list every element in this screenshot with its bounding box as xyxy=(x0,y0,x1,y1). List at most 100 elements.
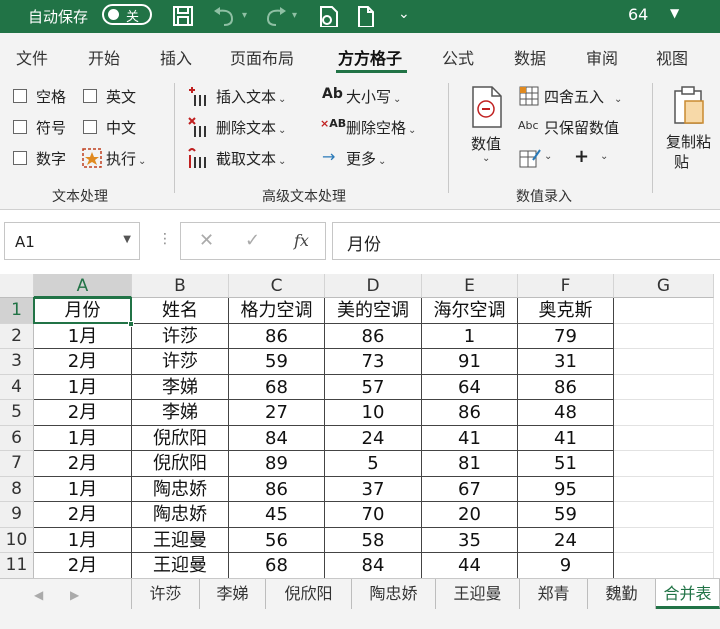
cell-B5[interactable]: 李娣 xyxy=(132,400,229,426)
next-sheet-icon[interactable]: ▶ xyxy=(70,588,79,602)
cell-D4[interactable]: 57 xyxy=(325,374,422,400)
cell-A11[interactable]: 2月 xyxy=(34,553,132,578)
cell-F3[interactable]: 31 xyxy=(518,349,614,375)
cell-G7[interactable] xyxy=(614,451,714,477)
cell-A4[interactable]: 1月 xyxy=(34,374,132,400)
cell-F6[interactable]: 41 xyxy=(518,425,614,451)
cell-E5[interactable]: 86 xyxy=(422,400,518,426)
cell-B10[interactable]: 王迎曼 xyxy=(132,527,229,553)
cell-G10[interactable] xyxy=(614,527,714,553)
cell-B4[interactable]: 李娣 xyxy=(132,374,229,400)
tab-insert[interactable]: 插入 xyxy=(160,45,192,69)
cell-B6[interactable]: 倪欣阳 xyxy=(132,425,229,451)
sheet-tab[interactable]: 倪欣阳 xyxy=(266,579,352,609)
column-header-D[interactable]: D xyxy=(325,274,422,298)
cell-C10[interactable]: 56 xyxy=(229,527,325,553)
tab-fangfang[interactable]: 方方格子 xyxy=(338,45,402,69)
cell-E10[interactable]: 35 xyxy=(422,527,518,553)
round-button[interactable]: 四舍五入 ⌄ xyxy=(544,86,622,107)
cell-D2[interactable]: 86 xyxy=(325,323,422,349)
checkbox-space[interactable] xyxy=(13,89,27,103)
value-caret-icon[interactable]: ⌄ xyxy=(482,153,490,164)
cell-E4[interactable]: 64 xyxy=(422,374,518,400)
checkbox-chinese[interactable] xyxy=(83,120,97,134)
clipboard-icon[interactable] xyxy=(672,85,706,125)
copy-paste-label-line2[interactable]: 贴 xyxy=(674,151,689,172)
cell-G4[interactable] xyxy=(614,374,714,400)
autosave-toggle[interactable]: 关 xyxy=(102,4,152,25)
extract-text-button[interactable]: 截取文本 ⌄ xyxy=(216,148,286,169)
name-box-dropdown-icon[interactable]: ▼ xyxy=(123,234,131,245)
row-header[interactable]: 8 xyxy=(0,476,34,502)
insert-function-icon[interactable]: fx xyxy=(294,231,309,250)
cell-E9[interactable]: 20 xyxy=(422,502,518,528)
more-button[interactable]: 更多 ⌄ xyxy=(346,148,386,169)
value-button-label[interactable]: 数值 xyxy=(471,133,501,154)
cell-A6[interactable]: 1月 xyxy=(34,425,132,451)
cell-B7[interactable]: 倪欣阳 xyxy=(132,451,229,477)
sheet-tab[interactable]: 郑青 xyxy=(520,579,588,609)
cell-F10[interactable]: 24 xyxy=(518,527,614,553)
cell-F2[interactable]: 79 xyxy=(518,323,614,349)
cell-C2[interactable]: 86 xyxy=(229,323,325,349)
cell-G11[interactable] xyxy=(614,553,714,578)
cell-D6[interactable]: 24 xyxy=(325,425,422,451)
tab-view[interactable]: 视图 xyxy=(656,45,688,69)
cell-E8[interactable]: 67 xyxy=(422,476,518,502)
cell-A8[interactable]: 1月 xyxy=(34,476,132,502)
cell-D3[interactable]: 73 xyxy=(325,349,422,375)
cell-F5[interactable]: 48 xyxy=(518,400,614,426)
cancel-icon[interactable]: ✕ xyxy=(199,230,214,251)
cell-E6[interactable]: 41 xyxy=(422,425,518,451)
cell-A3[interactable]: 2月 xyxy=(34,349,132,375)
cell-G5[interactable] xyxy=(614,400,714,426)
cell-E7[interactable]: 81 xyxy=(422,451,518,477)
cell-E11[interactable]: 44 xyxy=(422,553,518,578)
keep-values-button[interactable]: 只保留数值 xyxy=(544,117,619,138)
column-header-A[interactable]: A xyxy=(34,274,132,298)
cell-F4[interactable]: 86 xyxy=(518,374,614,400)
undo-caret-icon[interactable]: ▾ xyxy=(242,10,247,32)
cell-E3[interactable]: 91 xyxy=(422,349,518,375)
cell-A2[interactable]: 1月 xyxy=(34,323,132,349)
cell-B2[interactable]: 许莎 xyxy=(132,323,229,349)
cell-D1[interactable]: 美的空调 xyxy=(325,298,422,324)
plus-button[interactable]: + xyxy=(574,146,589,167)
column-header-F[interactable]: F xyxy=(518,274,614,298)
formula-bar-grip-icon[interactable]: ⋮ xyxy=(158,231,172,247)
row-header[interactable]: 4 xyxy=(0,374,34,400)
prev-sheet-icon[interactable]: ◀ xyxy=(34,588,43,602)
case-button[interactable]: 大小写 ⌄ xyxy=(346,86,401,107)
checkbox-symbol[interactable] xyxy=(13,120,27,134)
cell-C5[interactable]: 27 xyxy=(229,400,325,426)
copy-paste-label-line1[interactable]: 复制粘 xyxy=(666,131,711,152)
title-dropdown-icon[interactable]: ▼ xyxy=(670,6,679,20)
value-icon[interactable] xyxy=(470,85,504,129)
cell-D10[interactable]: 58 xyxy=(325,527,422,553)
cell-G9[interactable] xyxy=(614,502,714,528)
cell-F7[interactable]: 51 xyxy=(518,451,614,477)
cell-C9[interactable]: 45 xyxy=(229,502,325,528)
new-file-icon[interactable] xyxy=(356,5,376,27)
delete-text-button[interactable]: 删除文本 ⌄ xyxy=(216,117,286,138)
tab-home[interactable]: 开始 xyxy=(88,45,120,69)
cell-F8[interactable]: 95 xyxy=(518,476,614,502)
cell-D11[interactable]: 84 xyxy=(325,553,422,578)
delete-spaces-button[interactable]: 删除空格 ⌄ xyxy=(346,117,416,138)
save-icon[interactable] xyxy=(172,5,194,27)
sheet-tab[interactable]: 合并表 xyxy=(656,579,720,609)
name-box[interactable]: A1 ▼ xyxy=(4,222,140,260)
tab-formulas[interactable]: 公式 xyxy=(442,45,474,69)
row-header[interactable]: 6 xyxy=(0,425,34,451)
row-header[interactable]: 5 xyxy=(0,400,34,426)
row-header[interactable]: 1 xyxy=(0,298,34,324)
cell-D5[interactable]: 10 xyxy=(325,400,422,426)
redo-caret-icon[interactable]: ▾ xyxy=(292,10,297,32)
execute-icon[interactable] xyxy=(82,148,102,168)
cell-F11[interactable]: 9 xyxy=(518,553,614,578)
cell-D8[interactable]: 37 xyxy=(325,476,422,502)
column-header-G[interactable]: G xyxy=(614,274,714,298)
cell-G8[interactable] xyxy=(614,476,714,502)
cell-B1[interactable]: 姓名 xyxy=(132,298,229,324)
column-header-C[interactable]: C xyxy=(229,274,325,298)
